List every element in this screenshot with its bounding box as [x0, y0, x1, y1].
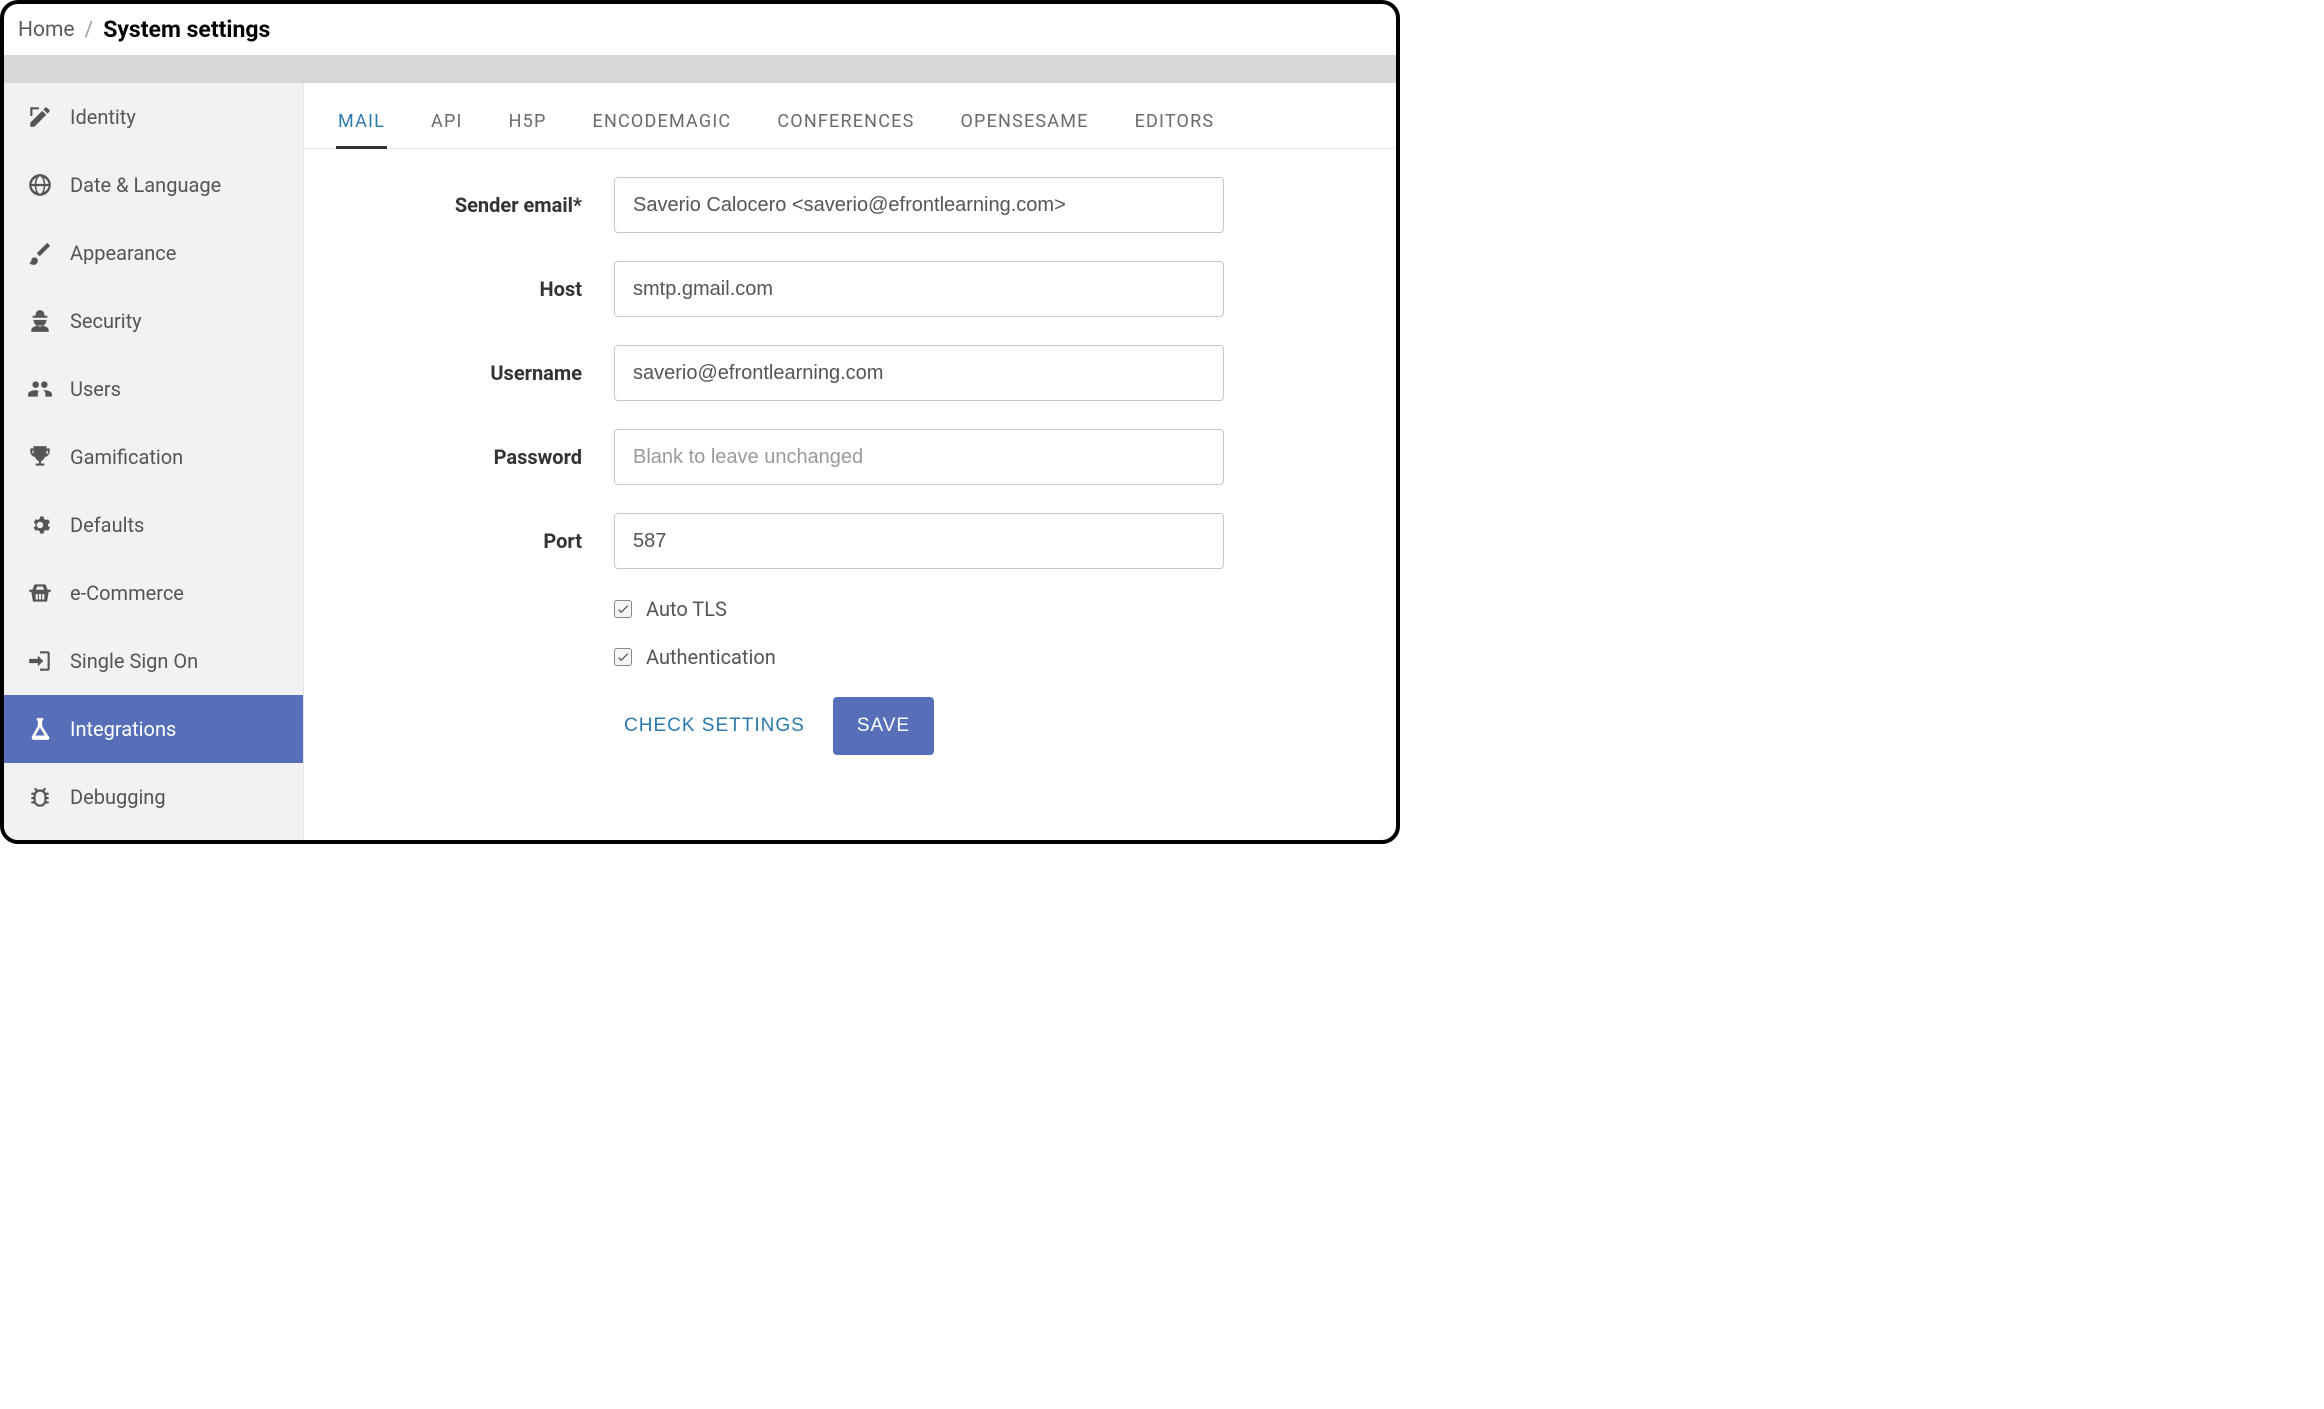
trophy-icon	[26, 443, 54, 471]
sidebar-item-label: Users	[70, 377, 121, 401]
tab-opensesame[interactable]: OPENSESAME	[958, 101, 1090, 148]
auto-tls-label: Auto TLS	[646, 597, 727, 621]
agent-icon	[26, 307, 54, 335]
users-icon	[26, 375, 54, 403]
sidebar-item-label: Gamification	[70, 445, 183, 469]
label-password: Password	[344, 445, 614, 469]
sidebar-item-debugging[interactable]: Debugging	[4, 763, 303, 831]
tab-conferences[interactable]: CONFERENCES	[775, 101, 916, 148]
tab-mail[interactable]: MAIL	[336, 101, 387, 148]
settings-sidebar: Identity Date & Language Appearance Secu…	[4, 83, 304, 840]
mail-form: Sender email* Host Username Password Por	[304, 149, 1396, 840]
sidebar-item-label: e-Commerce	[70, 581, 184, 605]
host-field[interactable]	[614, 261, 1224, 317]
authentication-checkbox[interactable]	[614, 648, 632, 666]
sidebar-item-label: Defaults	[70, 513, 144, 537]
password-field[interactable]	[614, 429, 1224, 485]
sidebar-item-gamification[interactable]: Gamification	[4, 423, 303, 491]
port-field[interactable]	[614, 513, 1224, 569]
sidebar-item-ecommerce[interactable]: e-Commerce	[4, 559, 303, 627]
signin-icon	[26, 647, 54, 675]
tab-bar: MAIL API H5P ENCODEMAGIC CONFERENCES OPE…	[304, 83, 1396, 149]
tab-api[interactable]: API	[429, 101, 465, 148]
label-sender-email: Sender email*	[344, 193, 614, 217]
label-host: Host	[344, 277, 614, 301]
basket-icon	[26, 579, 54, 607]
username-field[interactable]	[614, 345, 1224, 401]
page-title: System settings	[103, 16, 270, 43]
breadcrumb-home[interactable]: Home	[18, 18, 75, 42]
check-settings-button[interactable]: CHECK SETTINGS	[616, 697, 813, 755]
header-divider-bar	[4, 55, 1396, 83]
sidebar-item-label: Single Sign On	[70, 649, 198, 673]
globe-icon	[26, 171, 54, 199]
save-button[interactable]: SAVE	[833, 697, 934, 755]
sidebar-item-label: Integrations	[70, 717, 176, 741]
label-username: Username	[344, 361, 614, 385]
sidebar-item-sso[interactable]: Single Sign On	[4, 627, 303, 695]
label-port: Port	[344, 529, 614, 553]
breadcrumb: Home / System settings	[4, 4, 1396, 55]
tab-editors[interactable]: EDITORS	[1133, 101, 1217, 148]
authentication-label: Authentication	[646, 645, 776, 669]
flask-icon	[26, 715, 54, 743]
sidebar-item-label: Security	[70, 309, 142, 333]
paintbrush-icon	[26, 239, 54, 267]
bug-icon	[26, 783, 54, 811]
sender-email-field[interactable]	[614, 177, 1224, 233]
pencil-square-icon	[26, 103, 54, 131]
tab-h5p[interactable]: H5P	[507, 101, 549, 148]
main-content: MAIL API H5P ENCODEMAGIC CONFERENCES OPE…	[304, 83, 1396, 840]
sidebar-item-label: Date & Language	[70, 173, 221, 197]
tab-encodemagic[interactable]: ENCODEMAGIC	[591, 101, 734, 148]
sidebar-item-identity[interactable]: Identity	[4, 83, 303, 151]
sidebar-item-defaults[interactable]: Defaults	[4, 491, 303, 559]
breadcrumb-separator: /	[85, 18, 94, 42]
gears-icon	[26, 511, 54, 539]
sidebar-item-date-language[interactable]: Date & Language	[4, 151, 303, 219]
sidebar-item-users[interactable]: Users	[4, 355, 303, 423]
auto-tls-checkbox[interactable]	[614, 600, 632, 618]
sidebar-item-label: Identity	[70, 105, 136, 129]
sidebar-item-label: Appearance	[70, 241, 176, 265]
sidebar-item-security[interactable]: Security	[4, 287, 303, 355]
sidebar-item-integrations[interactable]: Integrations	[4, 695, 303, 763]
sidebar-item-appearance[interactable]: Appearance	[4, 219, 303, 287]
sidebar-item-label: Debugging	[70, 785, 166, 809]
